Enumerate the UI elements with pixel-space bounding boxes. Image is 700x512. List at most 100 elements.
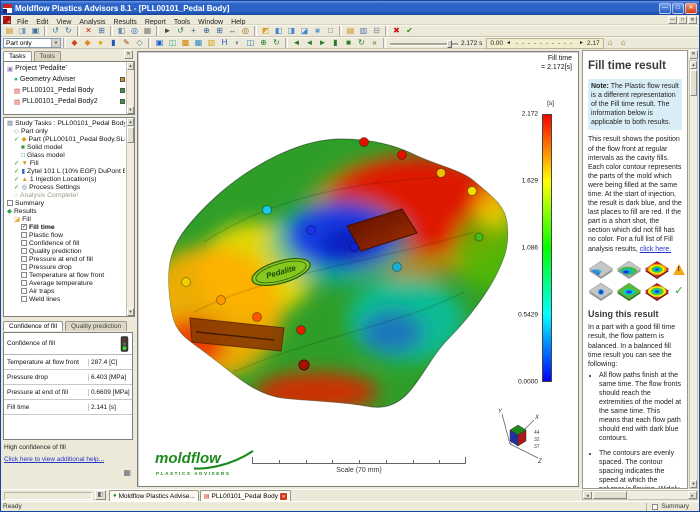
- tree-item[interactable]: Pressure at end of fill: [5, 255, 125, 263]
- tree-item[interactable]: ▤PLL00101_Pedal Body: [5, 85, 125, 96]
- tree-item[interactable]: ✓▼Fill: [5, 159, 125, 167]
- save-image-icon[interactable]: ⌂: [604, 38, 617, 49]
- bottom-tab[interactable]: ●Moldflow Plastics Advise...: [109, 490, 199, 501]
- save-icon[interactable]: ▣: [29, 26, 42, 37]
- overlay-icon[interactable]: ◫: [244, 38, 257, 49]
- checkbox[interactable]: [7, 200, 13, 206]
- scroll-down-icon[interactable]: ▼: [127, 308, 134, 316]
- animation-slider[interactable]: [388, 38, 460, 49]
- tab-quality-prediction[interactable]: Quality prediction: [65, 321, 127, 331]
- tree-item[interactable]: Pressure drop: [5, 263, 125, 271]
- help-icon[interactable]: ◎: [128, 26, 141, 37]
- redo-icon[interactable]: ↻: [62, 26, 75, 37]
- checkbox[interactable]: [21, 280, 27, 286]
- slider-handle[interactable]: [447, 40, 452, 48]
- frame-track[interactable]: [514, 40, 576, 47]
- tab-tools[interactable]: Tools: [34, 51, 61, 61]
- tree-item[interactable]: ✓◎Process Settings: [5, 183, 125, 191]
- select-icon[interactable]: ►: [161, 26, 174, 37]
- tree-item[interactable]: ○Analysis Complete!: [5, 191, 125, 199]
- help-horizontal-scrollbar[interactable]: ◄ ►: [582, 490, 698, 500]
- tree-item[interactable]: ◆Results: [5, 207, 125, 215]
- tree-item[interactable]: Average temperature: [5, 279, 125, 287]
- tree-item[interactable]: ✓▮Zytel 101 L (10% EGF) DuPont Engineeri…: [5, 167, 125, 175]
- material-adviser-icon[interactable]: ▮: [107, 38, 120, 49]
- scroll-thumb[interactable]: [127, 127, 134, 143]
- save-animation-icon[interactable]: ⌂: [617, 38, 630, 49]
- checkbox[interactable]: ✓: [21, 224, 27, 230]
- maximize-button[interactable]: □: [672, 3, 684, 14]
- help-vertical-scrollbar[interactable]: ▲ ▼: [689, 60, 698, 489]
- mdi-minimize-button[interactable]: —: [668, 16, 677, 24]
- scroll-thumb[interactable]: [593, 491, 627, 499]
- minimize-button[interactable]: —: [659, 3, 671, 14]
- mdi-restore-button[interactable]: □: [678, 16, 687, 24]
- model-display-icon[interactable]: ▣: [153, 38, 166, 49]
- home-view-icon[interactable]: H: [218, 38, 231, 49]
- scroll-left-icon[interactable]: ◄: [583, 491, 592, 499]
- pin-panel-icon[interactable]: ◧: [95, 490, 106, 500]
- tree-item[interactable]: □Glass model: [5, 151, 125, 159]
- tree-item[interactable]: ▤PLL00101_Pedal Body2: [5, 96, 125, 107]
- min-max-icon[interactable]: ⊕: [257, 38, 270, 49]
- tree-item[interactable]: ■Solid model: [5, 143, 125, 151]
- click-here-link[interactable]: click here.: [640, 246, 672, 253]
- tree-item[interactable]: Confidence of fill: [5, 239, 125, 247]
- tree-item[interactable]: ◪Fill: [5, 215, 125, 223]
- wireframe-view-icon[interactable]: □: [324, 26, 337, 37]
- gate-adviser-icon[interactable]: ●: [94, 38, 107, 49]
- close-tab-icon[interactable]: ✕: [280, 493, 287, 500]
- measure-model-icon[interactable]: ◇: [133, 38, 146, 49]
- approve-icon[interactable]: ✔: [403, 26, 416, 37]
- checkbox[interactable]: [21, 264, 27, 270]
- undo-icon[interactable]: ↺: [49, 26, 62, 37]
- pedal-model[interactable]: Pedalite: [144, 122, 516, 412]
- scroll-up-icon[interactable]: ▲: [690, 61, 697, 69]
- copy-icon[interactable]: ⊞: [95, 26, 108, 37]
- measure-icon[interactable]: ↔: [226, 26, 239, 37]
- checkbox[interactable]: [21, 272, 27, 278]
- export-icon[interactable]: ▥: [357, 26, 370, 37]
- sink-adviser-icon[interactable]: ◆: [81, 38, 94, 49]
- checkbox[interactable]: [21, 296, 27, 302]
- refresh-icon[interactable]: ↻: [270, 38, 283, 49]
- checkbox[interactable]: [21, 288, 27, 294]
- shaded-result-icon[interactable]: ▦: [192, 38, 205, 49]
- project-scrollbar[interactable]: ▲▼: [126, 62, 134, 114]
- legend-toggle-icon[interactable]: ▥: [205, 38, 218, 49]
- tree-item[interactable]: ✓◆Part (PLL00101_Pedal Body.SLDPRT): [5, 135, 125, 143]
- center-icon[interactable]: ◎: [239, 26, 252, 37]
- tree-item[interactable]: ✓Fill time: [5, 223, 125, 231]
- fill-adviser-icon[interactable]: ◆: [68, 38, 81, 49]
- side-view-icon[interactable]: ◪: [298, 26, 311, 37]
- loop-icon[interactable]: ↻: [355, 38, 368, 49]
- frame-forward-icon[interactable]: ►: [578, 40, 585, 46]
- report-icon[interactable]: ▦: [123, 468, 131, 477]
- first-frame-icon[interactable]: ◄: [290, 38, 303, 49]
- tree-item[interactable]: ◇Part only: [5, 127, 125, 135]
- report-icon[interactable]: ▤: [344, 26, 357, 37]
- additional-help-link[interactable]: Click here to view additional help...: [4, 456, 133, 463]
- close-panel-icon[interactable]: ✕: [689, 50, 698, 59]
- new-window-icon[interactable]: ◧: [115, 26, 128, 37]
- summary-checkbox[interactable]: [652, 504, 658, 510]
- plot-settings-icon[interactable]: ◐: [231, 38, 244, 49]
- options-icon[interactable]: ⊟: [370, 26, 383, 37]
- tab-confidence-of-fill[interactable]: Confidence of fill: [3, 321, 63, 331]
- scroll-thumb[interactable]: [690, 70, 697, 96]
- tree-item[interactable]: Plastic flow: [5, 231, 125, 239]
- zoom-window-icon[interactable]: ⊞: [213, 26, 226, 37]
- tree-item[interactable]: ▣Project 'Pedalite': [5, 63, 125, 74]
- delete-icon[interactable]: ✕: [82, 26, 95, 37]
- tree-item[interactable]: ●Geometry Adviser: [5, 74, 125, 85]
- checkbox[interactable]: [21, 240, 27, 246]
- pause-icon[interactable]: ▮: [329, 38, 342, 49]
- frame-range-control[interactable]: 0.00 ◄ ► 2.17: [486, 38, 603, 49]
- zoom-icon[interactable]: ⊕: [200, 26, 213, 37]
- checkbox[interactable]: [21, 248, 27, 254]
- chevron-down-icon[interactable]: ▼: [51, 39, 60, 47]
- stop-icon[interactable]: ■: [342, 38, 355, 49]
- snapshot-icon[interactable]: ▦: [141, 26, 154, 37]
- open-project-icon[interactable]: ▤: [3, 26, 16, 37]
- play-icon[interactable]: ►: [316, 38, 329, 49]
